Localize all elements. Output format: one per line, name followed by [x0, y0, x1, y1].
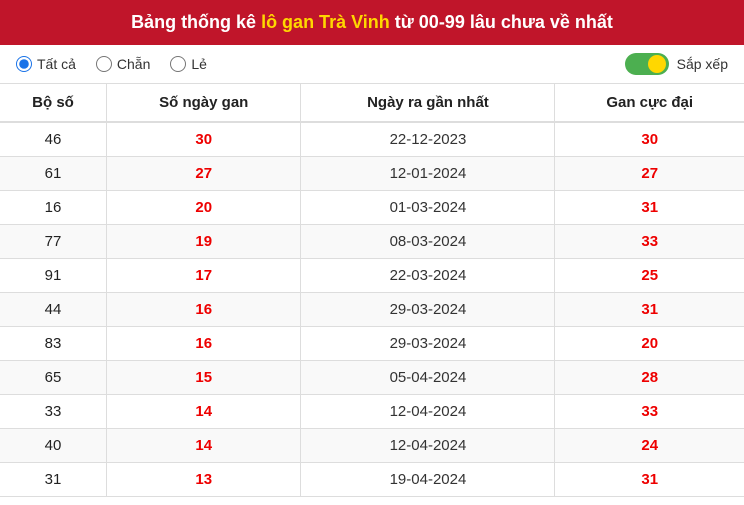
cell-ngay: 12-01-2024	[301, 157, 555, 191]
header-title-highlight: lô gan Trà Vinh	[261, 12, 390, 32]
radio-tat-ca[interactable]	[16, 56, 32, 72]
col-ngay: Ngày ra gần nhất	[301, 84, 555, 122]
cell-gan-max: 31	[555, 191, 744, 225]
cell-bo-so: 31	[0, 463, 107, 497]
cell-gan-max: 33	[555, 395, 744, 429]
toggle-label: Sắp xếp	[677, 56, 728, 72]
cell-so-ngay: 30	[107, 122, 301, 157]
cell-so-ngay: 16	[107, 293, 301, 327]
cell-ngay: 22-12-2023	[301, 122, 555, 157]
page-header: Bảng thống kê lô gan Trà Vinh từ 00-99 l…	[0, 0, 744, 45]
cell-gan-max: 31	[555, 293, 744, 327]
cell-so-ngay: 17	[107, 259, 301, 293]
cell-bo-so: 91	[0, 259, 107, 293]
radio-le-label: Lẻ	[191, 56, 207, 72]
toggle-thumb	[648, 55, 666, 73]
cell-so-ngay: 19	[107, 225, 301, 259]
cell-gan-max: 33	[555, 225, 744, 259]
radio-le[interactable]	[170, 56, 186, 72]
toggle-container[interactable]: Sắp xếp	[625, 53, 728, 75]
radio-chan-label: Chẵn	[117, 56, 150, 72]
cell-gan-max: 25	[555, 259, 744, 293]
cell-so-ngay: 15	[107, 361, 301, 395]
table-row: 401412-04-202424	[0, 429, 744, 463]
cell-gan-max: 30	[555, 122, 744, 157]
radio-tat-ca-label: Tất cả	[37, 56, 76, 72]
cell-gan-max: 28	[555, 361, 744, 395]
cell-ngay: 19-04-2024	[301, 463, 555, 497]
col-gan-max: Gan cực đại	[555, 84, 744, 122]
cell-bo-so: 83	[0, 327, 107, 361]
radio-group: Tất cả Chẵn Lẻ	[16, 56, 625, 72]
cell-ngay: 29-03-2024	[301, 327, 555, 361]
filter-chan[interactable]: Chẵn	[96, 56, 150, 72]
cell-ngay: 12-04-2024	[301, 395, 555, 429]
cell-ngay: 01-03-2024	[301, 191, 555, 225]
cell-so-ngay: 27	[107, 157, 301, 191]
table-row: 463022-12-202330	[0, 122, 744, 157]
cell-bo-so: 44	[0, 293, 107, 327]
cell-bo-so: 33	[0, 395, 107, 429]
cell-so-ngay: 20	[107, 191, 301, 225]
cell-bo-so: 65	[0, 361, 107, 395]
cell-bo-so: 77	[0, 225, 107, 259]
table-row: 331412-04-202433	[0, 395, 744, 429]
cell-so-ngay: 14	[107, 429, 301, 463]
header-title-suffix: từ 00-99 lâu chưa về nhất	[390, 12, 613, 32]
cell-gan-max: 24	[555, 429, 744, 463]
cell-so-ngay: 16	[107, 327, 301, 361]
table-row: 162001-03-202431	[0, 191, 744, 225]
header-title-plain: Bảng thống kê	[131, 12, 261, 32]
cell-ngay: 08-03-2024	[301, 225, 555, 259]
cell-gan-max: 27	[555, 157, 744, 191]
sap-xep-toggle[interactable]	[625, 53, 669, 75]
cell-bo-so: 16	[0, 191, 107, 225]
table-row: 831629-03-202420	[0, 327, 744, 361]
table-row: 311319-04-202431	[0, 463, 744, 497]
cell-ngay: 05-04-2024	[301, 361, 555, 395]
cell-bo-so: 40	[0, 429, 107, 463]
cell-bo-so: 46	[0, 122, 107, 157]
cell-ngay: 12-04-2024	[301, 429, 555, 463]
cell-so-ngay: 14	[107, 395, 301, 429]
table-row: 911722-03-202425	[0, 259, 744, 293]
cell-gan-max: 31	[555, 463, 744, 497]
col-so-ngay: Số ngày gan	[107, 84, 301, 122]
filter-le[interactable]: Lẻ	[170, 56, 207, 72]
table-row: 771908-03-202433	[0, 225, 744, 259]
table-header-row: Bộ số Số ngày gan Ngày ra gần nhất Gan c…	[0, 84, 744, 122]
cell-gan-max: 20	[555, 327, 744, 361]
filter-tat-ca[interactable]: Tất cả	[16, 56, 76, 72]
cell-so-ngay: 13	[107, 463, 301, 497]
cell-ngay: 29-03-2024	[301, 293, 555, 327]
table-row: 441629-03-202431	[0, 293, 744, 327]
col-bo-so: Bộ số	[0, 84, 107, 122]
cell-bo-so: 61	[0, 157, 107, 191]
cell-ngay: 22-03-2024	[301, 259, 555, 293]
lo-gan-table: Bộ số Số ngày gan Ngày ra gần nhất Gan c…	[0, 84, 744, 497]
radio-chan[interactable]	[96, 56, 112, 72]
table-row: 612712-01-202427	[0, 157, 744, 191]
table-row: 651505-04-202428	[0, 361, 744, 395]
filter-controls: Tất cả Chẵn Lẻ Sắp xếp	[0, 45, 744, 84]
